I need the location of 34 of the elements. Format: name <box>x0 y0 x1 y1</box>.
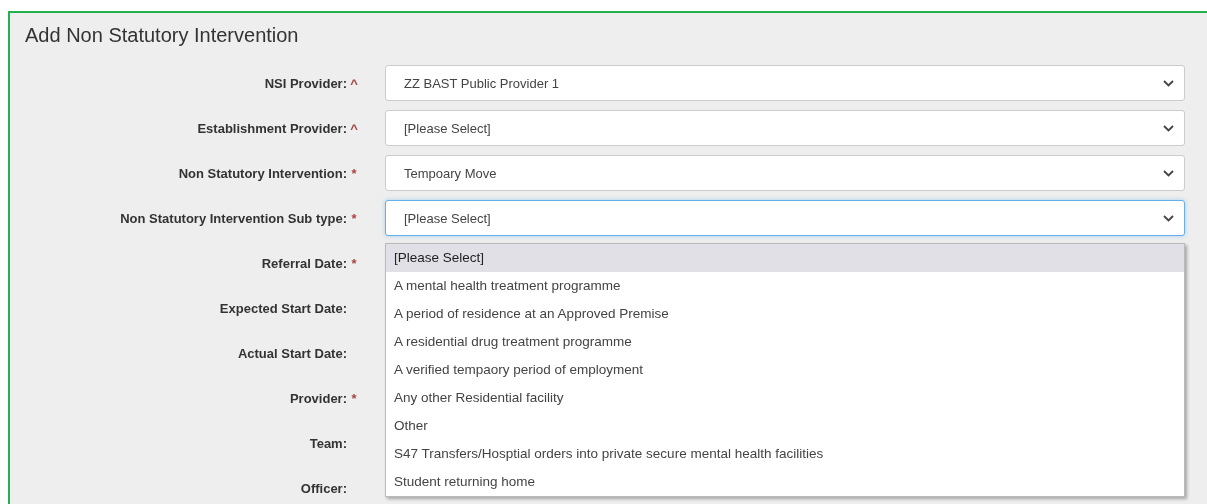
select-field[interactable]: ZZ BAST Public Provider 1 <box>385 65 1185 101</box>
chevron-down-icon <box>1163 214 1174 222</box>
required-mark: * <box>351 210 357 226</box>
required-mark: * <box>351 255 357 271</box>
field-label: Provider: <box>289 390 347 406</box>
chevron-down-icon <box>1163 124 1174 132</box>
dropdown-option[interactable]: A verified tempaory period of employment <box>386 356 1184 384</box>
required-mark: * <box>351 165 357 181</box>
required-mark: * <box>351 390 357 406</box>
required-mark: ^ <box>350 75 358 91</box>
field-label: Establishment Provider: <box>197 120 347 136</box>
field-label: NSI Provider: <box>264 75 347 91</box>
field-label: Referral Date: <box>261 255 347 271</box>
chevron-down-icon <box>1163 79 1174 87</box>
field-label: Non Statutory Intervention: <box>178 165 347 181</box>
field-label: Non Statutory Intervention Sub type: <box>120 210 347 226</box>
dropdown-option[interactable]: A mental health treatment programme <box>386 272 1184 300</box>
required-mark: ^ <box>350 120 358 136</box>
field-label: Officer: <box>300 480 347 496</box>
dropdown-option[interactable]: [Please Select] <box>386 244 1184 272</box>
dropdown-option[interactable]: A period of residence at an Approved Premise <box>386 300 1184 328</box>
dropdown-option[interactable]: A residential drug treatment programme <box>386 328 1184 356</box>
chevron-down-icon <box>1163 169 1174 177</box>
dropdown-option[interactable]: Any other Residential facility <box>386 384 1184 412</box>
field-label: Team: <box>309 435 347 451</box>
field-label: Expected Start Date: <box>219 300 347 316</box>
dropdown-option[interactable]: Student returning home <box>386 468 1184 496</box>
dropdown-option[interactable]: S47 Transfers/Hosptial orders into private secure mental health facilities <box>386 440 1184 468</box>
select-field[interactable]: [Please Select] <box>385 200 1185 236</box>
select-field[interactable]: [Please Select] <box>385 110 1185 146</box>
field-label: Actual Start Date: <box>237 345 347 361</box>
select-field[interactable]: Tempoary Move <box>385 155 1185 191</box>
panel-title: Add Non Statutory Intervention <box>25 23 300 48</box>
dropdown-option[interactable]: Other <box>386 412 1184 440</box>
